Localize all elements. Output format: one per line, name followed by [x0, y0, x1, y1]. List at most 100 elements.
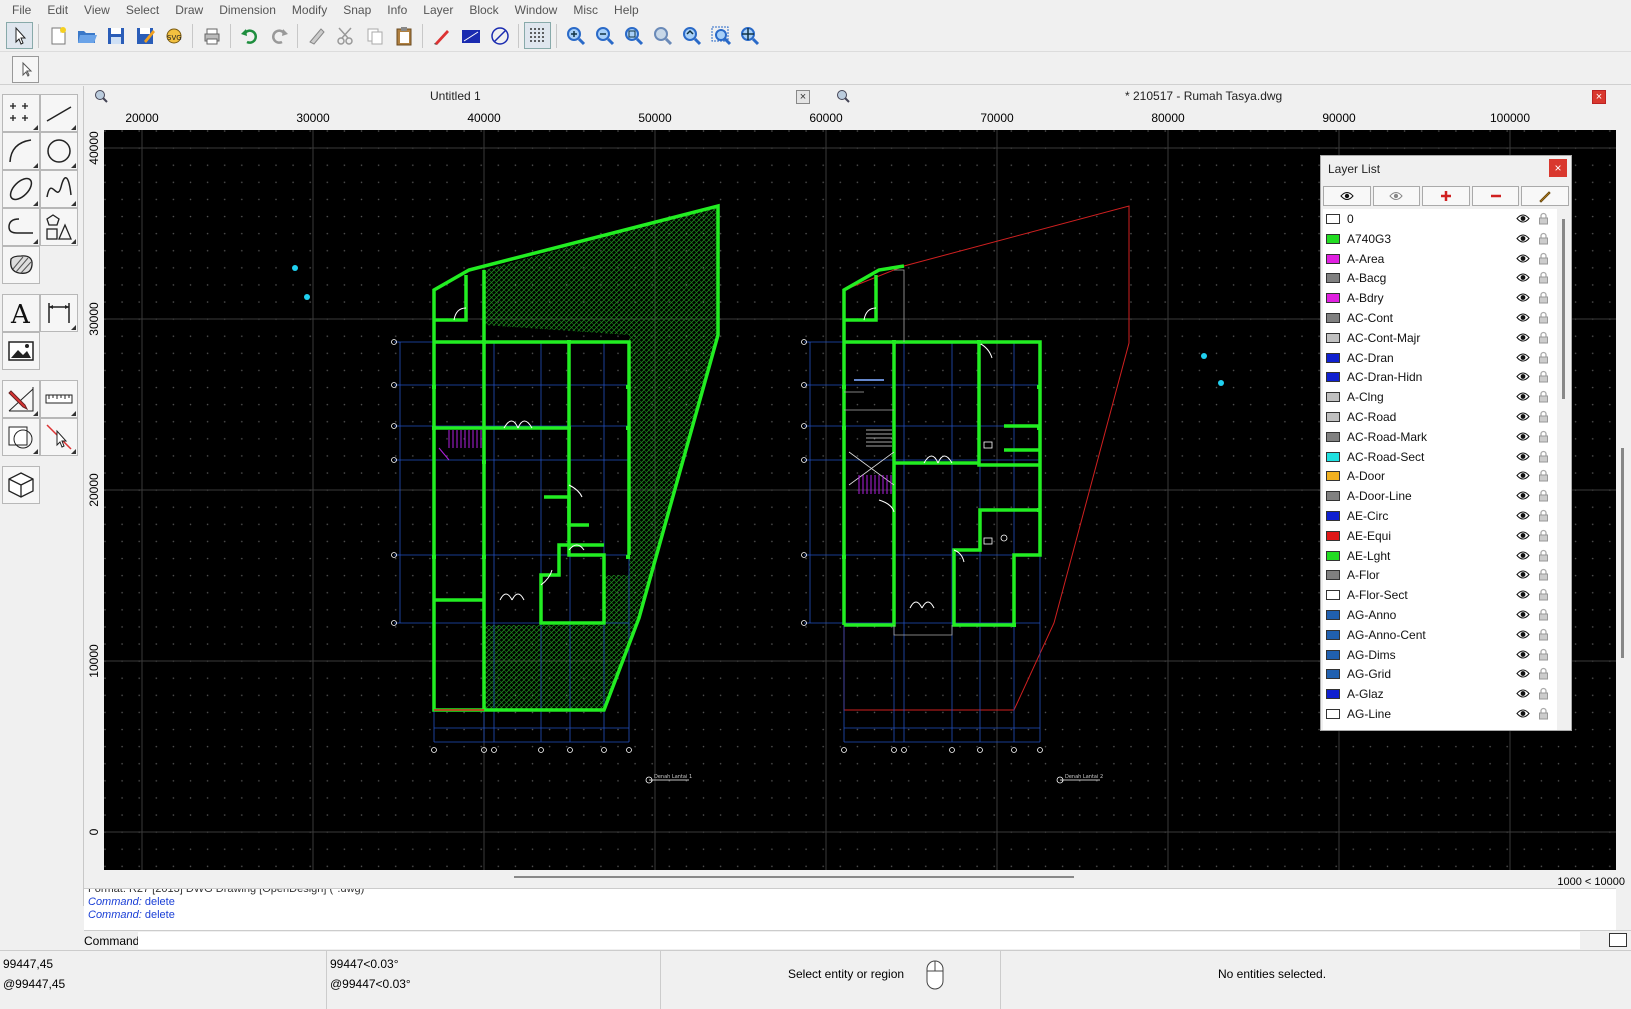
export-svg-button[interactable]: SVG	[160, 22, 187, 49]
scrollbar-thumb[interactable]	[1621, 448, 1624, 658]
layer-color-swatch[interactable]	[1326, 411, 1340, 422]
layer-color-swatch[interactable]	[1326, 708, 1340, 719]
layer-row[interactable]: A-Bdry	[1323, 288, 1557, 308]
lock-icon[interactable]	[1538, 568, 1549, 581]
zoom-auto-button[interactable]	[620, 22, 647, 49]
color-button[interactable]	[457, 22, 484, 49]
edit-layer-button[interactable]	[1521, 186, 1569, 206]
menu-edit[interactable]: Edit	[39, 0, 76, 20]
eye-icon[interactable]	[1516, 668, 1530, 679]
layer-color-swatch[interactable]	[1326, 689, 1340, 700]
layer-row[interactable]: A-Bacg	[1323, 268, 1557, 288]
eye-icon[interactable]	[1516, 312, 1530, 323]
layer-color-swatch[interactable]	[1326, 491, 1340, 502]
spline-tool[interactable]	[40, 170, 78, 208]
tab-close-button[interactable]: ×	[1592, 90, 1606, 104]
lock-icon[interactable]	[1538, 608, 1549, 621]
layer-row[interactable]: A-Flor-Sect	[1323, 585, 1557, 605]
linetype-button[interactable]	[486, 22, 513, 49]
lock-icon[interactable]	[1538, 311, 1549, 324]
select-window-tool[interactable]	[40, 418, 78, 456]
eye-icon[interactable]	[1516, 371, 1530, 382]
circle-tool[interactable]	[40, 132, 78, 170]
undo-button[interactable]	[236, 22, 263, 49]
layer-list-close-button[interactable]: ×	[1549, 159, 1567, 177]
lock-icon[interactable]	[1538, 667, 1549, 680]
command-input[interactable]	[138, 932, 1580, 949]
open-file-button[interactable]	[73, 22, 100, 49]
layer-row[interactable]: AC-Road	[1323, 407, 1557, 427]
command-window-icon[interactable]	[1609, 933, 1627, 947]
layer-color-swatch[interactable]	[1326, 233, 1340, 244]
layer-row[interactable]: A-Flor	[1323, 565, 1557, 585]
eraser-button[interactable]	[303, 22, 330, 49]
canvas-horizontal-scrollbar[interactable]	[104, 870, 1616, 884]
eye-icon[interactable]	[1516, 233, 1530, 244]
layer-color-swatch[interactable]	[1326, 214, 1340, 224]
layer-color-swatch[interactable]	[1326, 332, 1340, 343]
snap-pointer-button[interactable]	[12, 56, 39, 83]
layer-row[interactable]: AC-Cont-Majr	[1323, 328, 1557, 348]
layer-color-swatch[interactable]	[1326, 293, 1340, 304]
lock-icon[interactable]	[1538, 529, 1549, 542]
lock-icon[interactable]	[1538, 430, 1549, 443]
eye-icon[interactable]	[1516, 649, 1530, 660]
eye-icon[interactable]	[1516, 688, 1530, 699]
menu-help[interactable]: Help	[606, 0, 647, 20]
layer-color-swatch[interactable]	[1326, 471, 1340, 482]
menu-modify[interactable]: Modify	[284, 0, 335, 20]
menu-draw[interactable]: Draw	[167, 0, 211, 20]
lock-icon[interactable]	[1538, 450, 1549, 463]
lock-icon[interactable]	[1538, 291, 1549, 304]
redo-button[interactable]	[265, 22, 292, 49]
layer-row[interactable]: A-Area	[1323, 249, 1557, 269]
measure-tool[interactable]	[40, 380, 78, 418]
layer-row[interactable]: A-Clng	[1323, 387, 1557, 407]
eye-icon[interactable]	[1516, 332, 1530, 343]
layer-row[interactable]: AG-Anno	[1323, 605, 1557, 625]
cut-button[interactable]	[332, 22, 359, 49]
lock-icon[interactable]	[1538, 331, 1549, 344]
ellipse-tool[interactable]	[2, 170, 40, 208]
menu-info[interactable]: Info	[379, 0, 415, 20]
layer-color-swatch[interactable]	[1326, 431, 1340, 442]
layer-color-swatch[interactable]	[1326, 253, 1340, 264]
layer-color-swatch[interactable]	[1326, 590, 1340, 601]
layer-row[interactable]: A740G3	[1323, 229, 1557, 249]
zoom-in-button[interactable]	[562, 22, 589, 49]
eye-icon[interactable]	[1516, 708, 1530, 719]
lock-icon[interactable]	[1538, 410, 1549, 423]
eye-icon[interactable]	[1516, 510, 1530, 521]
layer-row[interactable]: 0	[1323, 209, 1557, 229]
save-button[interactable]	[102, 22, 129, 49]
shape-tool[interactable]	[40, 208, 78, 246]
layer-color-swatch[interactable]	[1326, 669, 1340, 680]
lock-icon[interactable]	[1538, 469, 1549, 482]
paste-button[interactable]	[390, 22, 417, 49]
lock-icon[interactable]	[1538, 252, 1549, 265]
lock-icon[interactable]	[1538, 271, 1549, 284]
layer-color-swatch[interactable]	[1326, 649, 1340, 660]
layer-row[interactable]: AG-Line	[1323, 704, 1557, 724]
layer-row[interactable]: AG-Dims	[1323, 645, 1557, 665]
lock-icon[interactable]	[1538, 509, 1549, 522]
layer-row[interactable]: AE-Lght	[1323, 546, 1557, 566]
menu-window[interactable]: Window	[507, 0, 566, 20]
eye-icon[interactable]	[1516, 470, 1530, 481]
3d-tool[interactable]	[2, 466, 40, 504]
block-tool[interactable]	[2, 418, 40, 456]
eye-icon[interactable]	[1516, 629, 1530, 640]
layer-color-swatch[interactable]	[1326, 550, 1340, 561]
layer-color-swatch[interactable]	[1326, 312, 1340, 323]
select-pointer-button[interactable]	[6, 22, 33, 49]
lock-icon[interactable]	[1538, 390, 1549, 403]
layer-row[interactable]: A-Glaz	[1323, 684, 1557, 704]
eye-icon[interactable]	[1516, 411, 1530, 422]
save-as-button[interactable]	[131, 22, 158, 49]
lock-icon[interactable]	[1538, 351, 1549, 364]
layer-row[interactable]: AG-Grid	[1323, 664, 1557, 684]
layer-color-swatch[interactable]	[1326, 609, 1340, 620]
lock-icon[interactable]	[1538, 707, 1549, 720]
eye-icon[interactable]	[1516, 352, 1530, 363]
lock-icon[interactable]	[1538, 687, 1549, 700]
